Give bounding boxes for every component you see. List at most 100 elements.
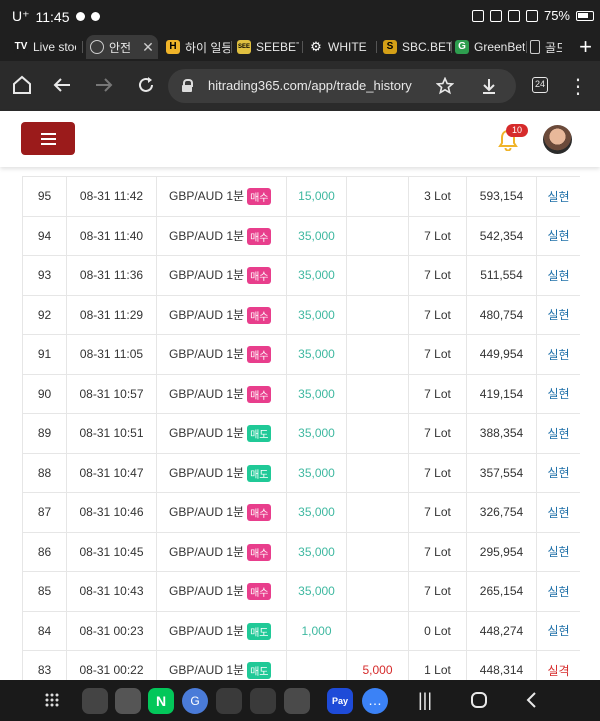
forward-arrow-icon	[96, 78, 113, 92]
status-left: U⁺ 11:45	[12, 8, 100, 25]
forward-button[interactable]	[92, 74, 116, 98]
tab-label: GreenBet	[474, 40, 525, 54]
back-button[interactable]	[50, 74, 74, 98]
trade-balance: 449,954	[466, 334, 537, 375]
trade-amount: 35,000	[286, 492, 347, 533]
side-badge: 매도	[247, 464, 272, 482]
tab-live-stock[interactable]: TV Live stoc	[14, 35, 76, 59]
back-nav-icon[interactable]	[524, 691, 540, 709]
trade-result[interactable]: 실현	[536, 176, 580, 217]
symbol-text: GBP/AUD 1분	[169, 307, 245, 322]
app-folder-icon[interactable]	[82, 688, 108, 714]
trade-time: 08-31 10:57	[66, 373, 157, 414]
side-badge: 매수	[247, 346, 272, 364]
home-nav-icon[interactable]	[470, 691, 488, 709]
trade-time: 08-31 00:22	[66, 650, 157, 680]
naver-icon[interactable]: N	[148, 688, 174, 714]
table-row: 88 08-31 10:47 GBP/AUD 1분 매도 35,000 7 Lot 357,…	[22, 452, 580, 493]
star-icon[interactable]	[436, 77, 454, 95]
menu-button[interactable]	[21, 122, 75, 155]
symbol-text: GBP/AUD 1분	[169, 584, 245, 599]
trade-result[interactable]: 실현	[536, 571, 580, 612]
recents-button[interactable]: |||	[418, 690, 432, 711]
trade-balance: 388,354	[466, 413, 537, 454]
symbol-text: GBP/AUD 1분	[169, 189, 245, 204]
trade-result[interactable]: 실현	[536, 492, 580, 533]
trade-balance: 542,354	[466, 215, 537, 256]
tab-label: 골드	[545, 40, 562, 55]
trade-lot: 7 Lot	[408, 294, 467, 335]
reload-button[interactable]	[134, 74, 158, 98]
app-drawer-icon[interactable]	[44, 692, 60, 708]
tab-sbc-bet[interactable]: S SBC.BET	[383, 35, 451, 59]
trade-time: 08-31 11:05	[66, 334, 157, 375]
app-folder-icon[interactable]	[250, 688, 276, 714]
side-badge: 매수	[247, 543, 272, 561]
tab-separator	[451, 41, 452, 53]
back-arrow-icon	[53, 78, 70, 92]
tab-seebet[interactable]: SEE SEEBET-	[237, 35, 299, 59]
trade-symbol: GBP/AUD 1분 매도	[156, 610, 287, 651]
tab-label: Live stoc	[33, 40, 76, 54]
trade-result[interactable]: 실현	[536, 334, 580, 375]
trade-loss	[346, 373, 409, 414]
trade-result[interactable]: 실현	[536, 215, 580, 256]
avatar[interactable]	[543, 125, 572, 154]
trade-result[interactable]: 실현	[536, 294, 580, 335]
trade-symbol: GBP/AUD 1분 매수	[156, 255, 287, 296]
trade-loss	[346, 255, 409, 296]
status-right: 75%	[471, 8, 594, 23]
messages-icon[interactable]: …	[362, 688, 388, 714]
trade-id: 92	[22, 294, 67, 335]
trade-symbol: GBP/AUD 1분 매도	[156, 650, 287, 680]
trade-lot: 7 Lot	[408, 452, 467, 493]
app-folder-icon[interactable]	[284, 688, 310, 714]
trade-loss	[346, 610, 409, 651]
symbol-text: GBP/AUD 1분	[169, 228, 245, 243]
download-icon[interactable]	[480, 77, 498, 95]
app-grid-icon	[90, 12, 100, 21]
symbol-text: GBP/AUD 1분	[169, 386, 245, 401]
trade-result[interactable]: 실현	[536, 610, 580, 651]
close-tab-icon[interactable]: ✕	[142, 39, 154, 56]
trade-amount: 35,000	[286, 255, 347, 296]
system-nav-bar: N G Pay … |||	[0, 680, 600, 721]
trade-balance: 480,754	[466, 294, 537, 335]
tab-white[interactable]: ⚙ WHITE	[309, 35, 375, 59]
trade-result[interactable]: 실격	[536, 650, 580, 680]
home-button[interactable]	[10, 74, 34, 98]
trade-id: 95	[22, 176, 67, 217]
url-bar[interactable]: hitrading365.com/app/trade_history	[168, 69, 516, 103]
trade-result[interactable]: 실현	[536, 452, 580, 493]
trade-time: 08-31 11:36	[66, 255, 157, 296]
tab-greenbet[interactable]: G GreenBet	[455, 35, 525, 59]
table-row: 93 08-31 11:36 GBP/AUD 1분 매수 35,000 7 Lot 511,…	[22, 255, 580, 296]
trade-result[interactable]: 실현	[536, 531, 580, 572]
trade-balance: 357,554	[466, 452, 537, 493]
trade-result[interactable]: 실현	[536, 255, 580, 296]
trade-lot: 7 Lot	[408, 255, 467, 296]
trade-result[interactable]: 실현	[536, 373, 580, 414]
trade-result[interactable]: 실현	[536, 413, 580, 454]
new-tab-button[interactable]: +	[579, 34, 592, 60]
alarm-icon	[471, 9, 484, 22]
side-badge: 매수	[247, 504, 272, 522]
app-folder-icon[interactable]	[216, 688, 242, 714]
url-text[interactable]: hitrading365.com/app/trade_history	[208, 78, 412, 93]
symbol-text: GBP/AUD 1분	[169, 465, 245, 480]
tab-count-button[interactable]: 24	[532, 77, 548, 93]
trade-id: 91	[22, 334, 67, 375]
trade-loss	[346, 531, 409, 572]
battery-icon	[576, 10, 594, 21]
tab-safety[interactable]: 안전 ✕	[86, 35, 158, 59]
more-menu-icon[interactable]: ⋮	[568, 74, 588, 99]
table-row: 84 08-31 00:23 GBP/AUD 1분 매도 1,000 0 Lot 448,2…	[22, 610, 580, 651]
tab-hai[interactable]: H 하이 일등	[166, 35, 230, 59]
side-badge: 매수	[247, 306, 272, 324]
hai-icon: H	[166, 40, 180, 54]
tab-gold[interactable]: 골드	[530, 35, 562, 59]
table-row: 95 08-31 11:42 GBP/AUD 1분 매수 15,000 3 Lot 593,…	[22, 176, 580, 217]
app-folder-icon[interactable]	[115, 688, 141, 714]
pay-icon[interactable]: Pay	[327, 688, 353, 714]
translate-icon[interactable]: G	[182, 688, 208, 714]
